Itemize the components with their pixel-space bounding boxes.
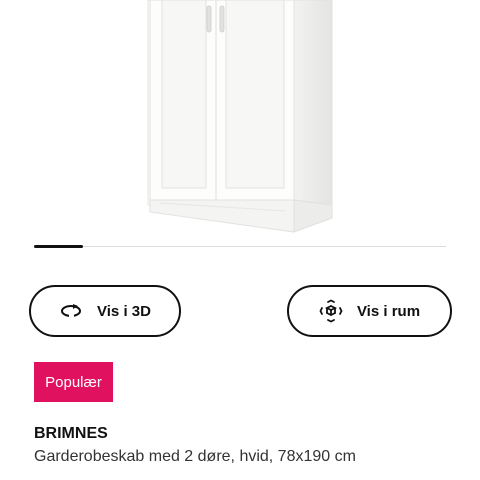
carousel-progress-track	[34, 246, 446, 247]
carousel-progress-thumb[interactable]	[34, 245, 83, 248]
rotate-3d-icon	[59, 299, 83, 323]
view-in-room-button[interactable]: Vis i rum	[287, 285, 452, 337]
view-in-room-label: Vis i rum	[356, 302, 421, 320]
product-page: Vis i 3D Vis i rum Populær BRIMNES Garde…	[0, 0, 480, 480]
ar-cube-icon	[319, 299, 343, 323]
product-name: BRIMNES	[34, 425, 108, 442]
product-image[interactable]	[0, 0, 480, 240]
popular-badge-label: Populær	[45, 373, 102, 391]
product-description: Garderobeskab med 2 døre, hvid, 78x190 c…	[34, 448, 356, 465]
view-3d-label: Vis i 3D	[97, 302, 151, 320]
view-3d-button[interactable]: Vis i 3D	[29, 285, 181, 337]
popular-badge: Populær	[34, 362, 113, 402]
